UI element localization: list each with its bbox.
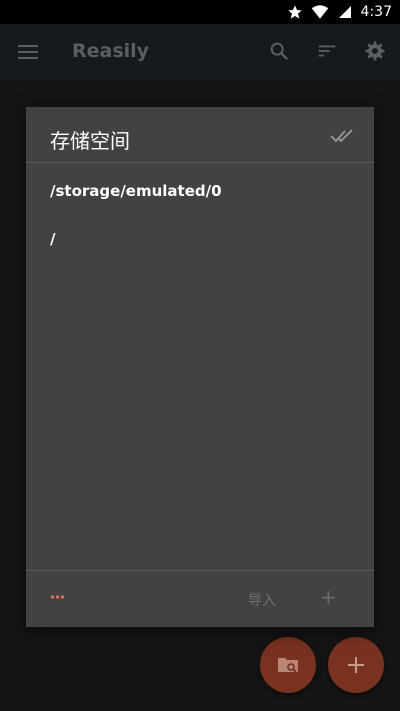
status-time: 4:37 — [360, 4, 392, 20]
add-fab-button[interactable] — [328, 637, 384, 693]
star-icon — [287, 5, 302, 19]
path-item[interactable]: /storage/emulated/0 — [26, 163, 374, 211]
dialog-title: 存储空间 — [50, 129, 130, 153]
dialog-footer: 导入 + — [26, 570, 374, 627]
import-button[interactable]: 导入 — [248, 590, 276, 610]
folder-search-icon — [278, 658, 298, 673]
path-list: /storage/emulated/0 / — [26, 163, 374, 259]
add-path-button[interactable]: + — [320, 585, 337, 609]
wifi-icon — [311, 5, 328, 19]
more-options-icon[interactable] — [50, 593, 66, 601]
storage-dialog: 存储空间 /storage/emulated/0 / 导入 + — [26, 107, 374, 627]
add-icon — [348, 657, 364, 673]
search-icon[interactable] — [268, 40, 290, 62]
dialog-header: 存储空间 — [26, 107, 374, 163]
app-bar: Reasily — [0, 24, 400, 80]
app-title: Reasily — [72, 40, 150, 62]
settings-icon[interactable] — [364, 40, 386, 62]
path-item[interactable]: / — [26, 211, 374, 259]
screen: 4:37 Reasily 存储空间 /storage/emulated/0 / … — [0, 0, 400, 711]
battery-icon — [338, 6, 351, 18]
folder-search-button[interactable] — [260, 637, 316, 693]
sort-icon[interactable] — [316, 40, 338, 62]
status-icons: 4:37 — [287, 2, 392, 22]
double-check-icon[interactable] — [330, 127, 356, 145]
menu-icon[interactable] — [18, 42, 38, 62]
status-bar: 4:37 — [0, 0, 400, 24]
